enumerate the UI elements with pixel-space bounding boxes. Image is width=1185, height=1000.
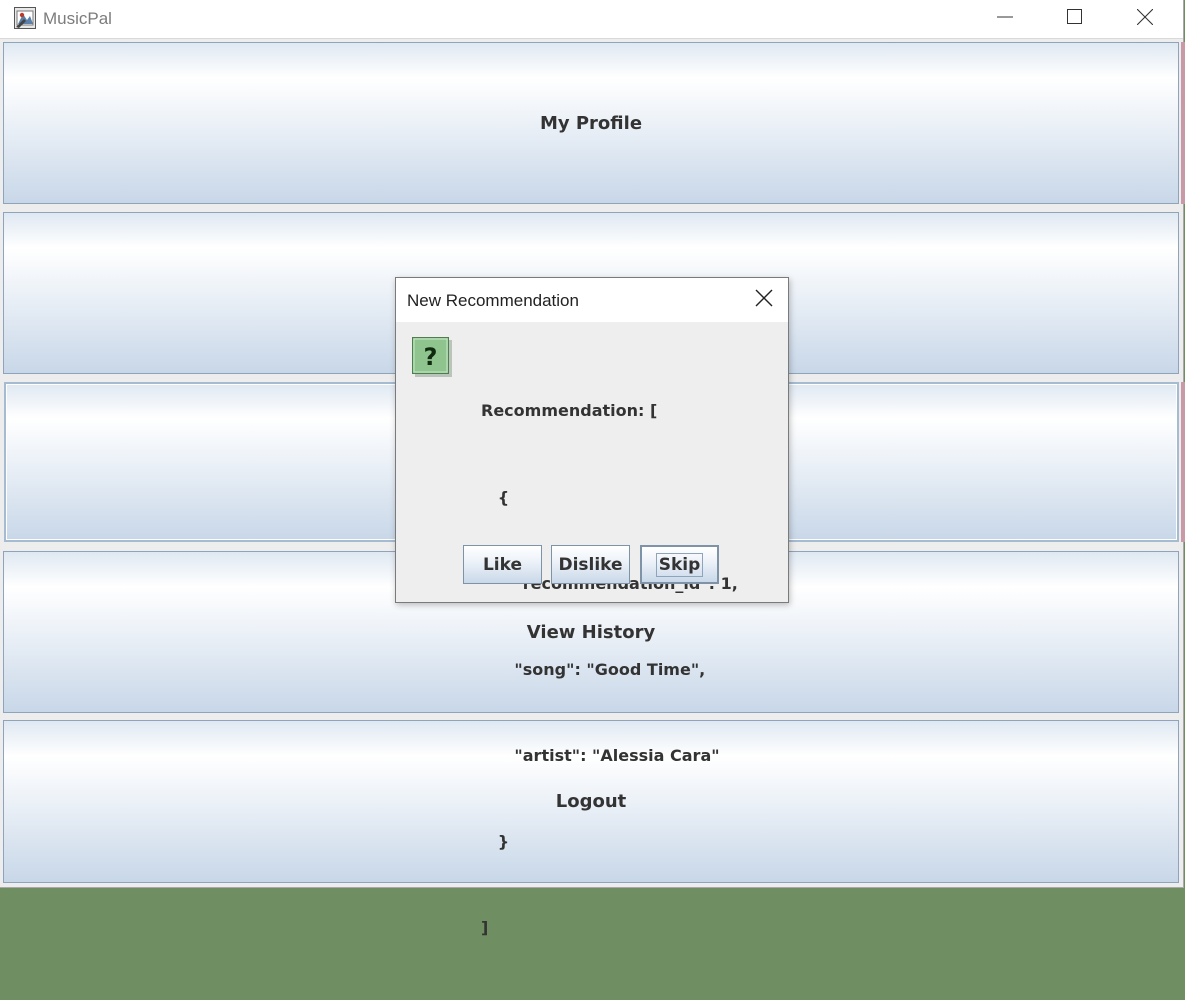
minimize-icon — [997, 9, 1013, 29]
dialog-close-button[interactable] — [750, 288, 778, 312]
message-line: ] — [481, 917, 489, 937]
window-title: MusicPal — [43, 9, 112, 28]
dislike-button[interactable]: Dislike — [551, 545, 630, 584]
like-button[interactable]: Like — [463, 545, 542, 584]
close-button[interactable] — [1110, 0, 1180, 38]
window-titlebar[interactable]: MusicPal — [0, 0, 1183, 39]
message-line: { — [481, 487, 510, 507]
message-line: } — [481, 831, 510, 851]
background-window-edge — [1181, 382, 1185, 542]
background-window-edge — [1181, 42, 1185, 204]
my-profile-button[interactable]: My Profile — [3, 42, 1179, 204]
message-line: "artist": "Alessia Cara" — [481, 745, 720, 765]
svg-text:?: ? — [424, 343, 438, 371]
dialog-titlebar[interactable]: New Recommendation — [396, 278, 788, 322]
message-line: Recommendation: [ — [481, 401, 658, 421]
skip-button-label: Skip — [655, 552, 704, 577]
musicpal-app-icon — [14, 7, 36, 29]
maximize-icon — [1067, 9, 1083, 29]
close-icon — [1136, 8, 1154, 29]
recommendation-message: Recommendation: [ { "recommendation_id":… — [481, 340, 738, 1000]
minimize-button[interactable] — [970, 0, 1040, 38]
skip-button[interactable]: Skip — [640, 545, 719, 584]
dialog-title: New Recommendation — [407, 291, 579, 310]
maximize-button[interactable] — [1040, 0, 1110, 38]
message-line: "song": "Good Time", — [481, 659, 706, 679]
close-icon — [755, 289, 773, 311]
question-icon: ? — [412, 337, 452, 377]
recommendation-dialog: New Recommendation ? Recommendation: [ {… — [395, 277, 789, 937]
